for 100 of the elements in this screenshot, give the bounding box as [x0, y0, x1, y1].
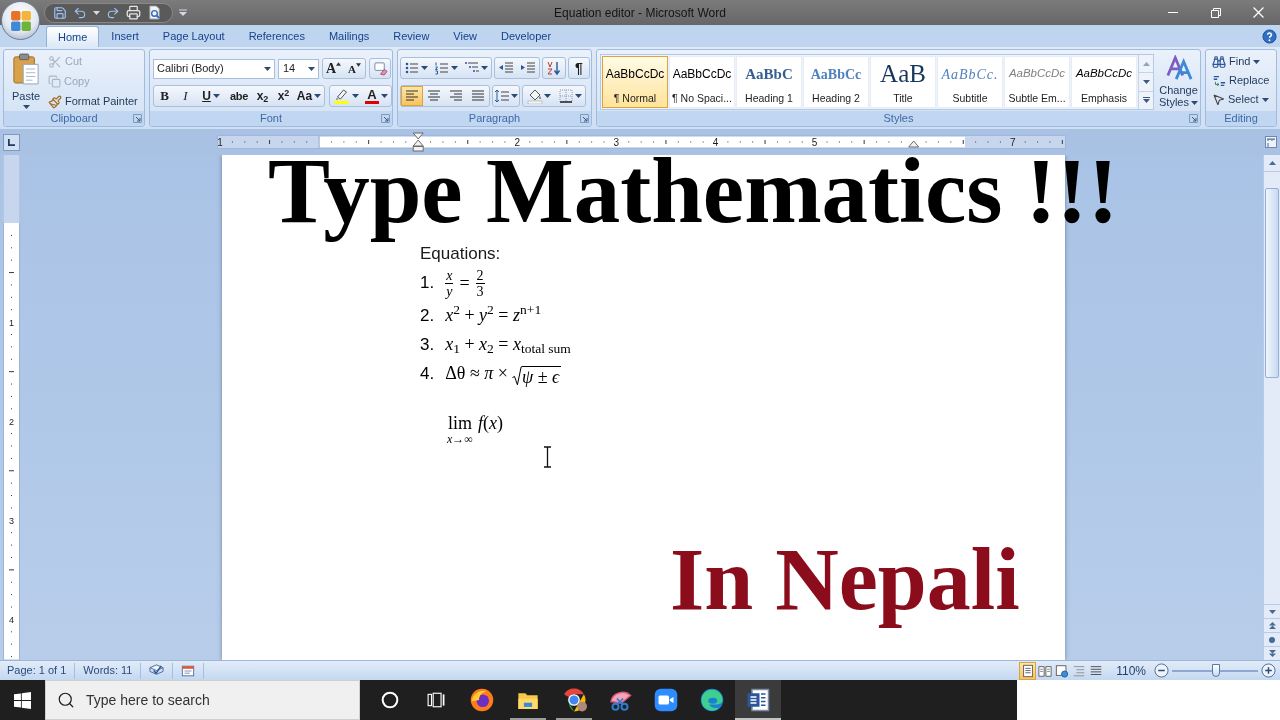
find-button[interactable]: Find — [1212, 52, 1276, 71]
replace-button[interactable]: Replace — [1212, 71, 1276, 90]
ribbon-tab[interactable]: Insert — [99, 26, 151, 47]
triangle-up-icon — [1268, 161, 1276, 165]
sort-button[interactable] — [542, 57, 566, 79]
caret-icon — [212, 94, 220, 98]
ribbon-tab[interactable]: View — [441, 26, 489, 47]
zoom-slider-thumb[interactable] — [1211, 663, 1220, 677]
show-marks-button[interactable]: ¶ — [568, 57, 590, 79]
list-number: 1. — [420, 272, 435, 295]
undo-icon[interactable] — [73, 5, 87, 20]
font-size-field[interactable]: 14 — [278, 58, 319, 79]
style-item[interactable]: AaBbCc. Subtitle — [937, 56, 1003, 108]
previous-page-button[interactable] — [1264, 618, 1280, 632]
clear-formatting-button[interactable] — [369, 58, 391, 79]
caret-icon — [451, 66, 458, 70]
zoom-out-button[interactable] — [1154, 663, 1169, 678]
style-item[interactable]: AaB Title — [870, 56, 936, 108]
format-button[interactable]: x$_{2}$ — [252, 86, 273, 106]
customize-menu-icon[interactable] — [179, 8, 187, 17]
search-icon — [57, 691, 75, 709]
align-icon — [470, 88, 486, 104]
outline-icon — [1071, 663, 1086, 678]
ribbon-tab[interactable]: Mailings — [316, 26, 382, 47]
border-grid-icon — [557, 88, 574, 104]
format-button[interactable]: U — [196, 86, 226, 106]
shrink-font-button[interactable]: A — [344, 59, 365, 78]
equation: x$^{2}$ + y$^{2}$ = z$^{n+1}$ — [445, 302, 542, 327]
outdent-icon — [498, 60, 514, 76]
ribbon-tab[interactable]: Review — [381, 26, 442, 47]
change-styles-button[interactable]: Change Styles — [1157, 54, 1200, 110]
search-field[interactable]: Type here to search — [86, 689, 336, 711]
view-button[interactable] — [1019, 661, 1037, 680]
print-preview-icon[interactable] — [147, 5, 162, 20]
pointer-icon — [1212, 93, 1225, 106]
style-item[interactable]: AaBbCcDc ¶ No Spaci... — [669, 56, 735, 108]
painter-button[interactable]: Format Painter — [48, 92, 138, 111]
dialog-launcher-icon[interactable] — [1189, 114, 1198, 123]
align-button[interactable] — [401, 86, 423, 106]
ribbon-tab[interactable]: Page Layout — [150, 26, 237, 47]
document-title: Type Mathematics !!! — [268, 155, 1119, 243]
triangle-up-icon — [1142, 61, 1150, 66]
format-button[interactable]: Aa — [294, 86, 324, 106]
font-name-field[interactable]: Calibri (Body) — [153, 58, 275, 79]
style-item[interactable]: AaBbC Heading 1 — [736, 56, 802, 108]
word-count: Words: 11 — [83, 663, 133, 679]
format-button[interactable]: B — [154, 86, 175, 106]
caret-icon — [421, 66, 428, 70]
line-spacing-button[interactable] — [492, 85, 520, 107]
draft-icon — [1088, 663, 1103, 678]
styles-icon — [1164, 55, 1193, 81]
grow-font-button[interactable]: A — [323, 59, 344, 78]
caret-icon — [574, 94, 582, 98]
style-item[interactable]: AaBbCc Heading 2 — [803, 56, 869, 108]
ribbon-tab[interactable]: Developer — [489, 26, 564, 47]
bullet-list-icon — [404, 60, 420, 76]
minus-circle-icon — [1154, 663, 1169, 678]
style-item[interactable]: AaBbCcDc Emphasis — [1071, 56, 1137, 108]
equation: Δθ ≈ π × — [445, 362, 508, 385]
align-icon — [404, 88, 420, 104]
heading-text: Equations: — [420, 244, 501, 263]
paste-button[interactable]: Paste — [7, 52, 45, 109]
taskbar-button[interactable] — [735, 680, 781, 720]
search-bar[interactable]: Type here to search — [45, 680, 360, 720]
save-icon[interactable] — [53, 5, 67, 20]
print-icon[interactable] — [126, 5, 141, 20]
tab-selector-button[interactable] — [3, 133, 20, 151]
font-color-button[interactable]: A — [362, 86, 391, 106]
style-item[interactable]: AaBbCcDc Subtle Em... — [1004, 56, 1070, 108]
replace-icon — [1212, 73, 1226, 88]
browse-object-button[interactable] — [1264, 632, 1280, 646]
ribbon-tab[interactable]: Home — [46, 26, 100, 47]
dialog-launcher-icon[interactable] — [133, 114, 142, 123]
format-button[interactable]: I — [175, 86, 196, 106]
macro-record-icon[interactable] — [181, 663, 196, 678]
select-button[interactable]: Select — [1212, 90, 1276, 109]
indent-marker-icon[interactable] — [412, 132, 424, 152]
document-icon — [746, 688, 770, 712]
color-swatch-icon — [365, 101, 379, 104]
radicand: ψ ± ϵ — [521, 366, 562, 387]
format-button[interactable]: abe — [226, 86, 252, 106]
indent-marker-icon[interactable] — [908, 140, 920, 148]
dialog-launcher-icon[interactable] — [580, 114, 589, 123]
caret-icon[interactable] — [93, 10, 100, 15]
group-label: Styles — [883, 112, 914, 125]
ruler-toggle-icon[interactable] — [1265, 136, 1277, 148]
scrollbar-thumb[interactable] — [1265, 188, 1279, 378]
caret-icon — [1191, 101, 1198, 106]
zoom-in-button[interactable] — [1261, 663, 1276, 678]
style-item[interactable]: AaBbCcDc ¶ Normal — [602, 56, 668, 108]
format-button[interactable]: x$^{2}$ — [273, 86, 294, 106]
list-number: 2. — [420, 304, 435, 327]
ribbon-tab[interactable]: References — [236, 26, 317, 47]
redo-icon[interactable] — [106, 5, 120, 20]
dialog-launcher-icon[interactable] — [381, 114, 390, 123]
indent-icon — [520, 60, 536, 76]
paintbrush-icon — [48, 94, 62, 109]
highlighter-icon — [333, 88, 350, 104]
help-icon[interactable] — [1262, 28, 1277, 44]
proofing-icon[interactable] — [149, 663, 165, 678]
